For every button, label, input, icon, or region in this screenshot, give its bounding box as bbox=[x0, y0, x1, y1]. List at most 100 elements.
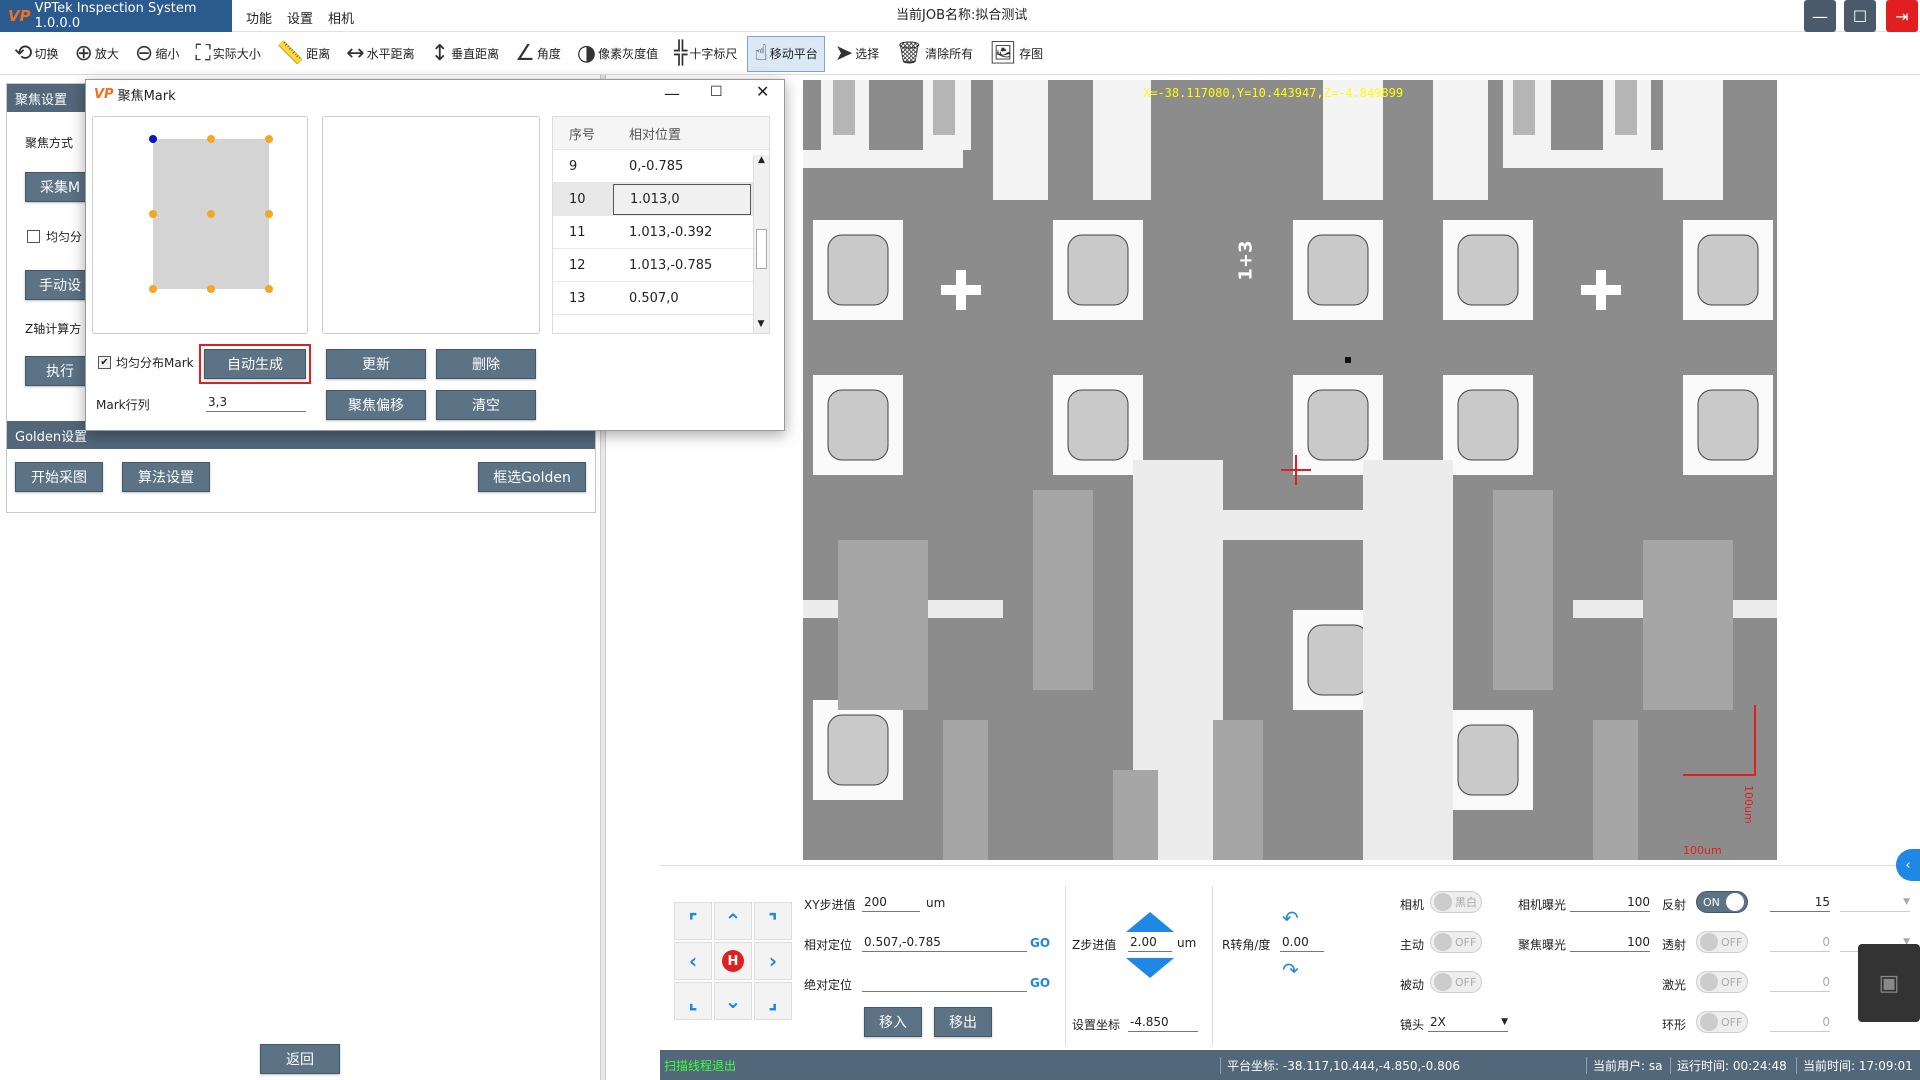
platform-value: -38.117,10.444,-4.850,-0.806 bbox=[1282, 1058, 1460, 1073]
focus-offset-button[interactable]: 聚焦偏移 bbox=[326, 390, 426, 420]
menu-function[interactable]: 功能 bbox=[246, 8, 272, 27]
minimize-button[interactable]: — bbox=[1804, 0, 1836, 32]
algorithm-settings-button[interactable]: 算法设置 bbox=[122, 462, 210, 492]
absolute-go-button[interactable]: GO bbox=[1030, 976, 1050, 990]
uniform-mark-check-row[interactable]: ✔ 均匀分布Mark bbox=[98, 354, 194, 371]
camera-exposure-input[interactable]: 100 bbox=[1570, 892, 1650, 912]
table-scrollbar[interactable]: ▲ ▼ bbox=[753, 155, 769, 333]
ring-toggle[interactable]: OFF bbox=[1696, 1011, 1748, 1033]
tool-gray[interactable]: ◑ 像素灰度值 bbox=[571, 36, 664, 72]
passive-toggle[interactable]: OFF bbox=[1430, 971, 1482, 993]
xy-step-input[interactable]: 200 bbox=[862, 892, 920, 912]
tool-save-image[interactable]: 🖼 存图 bbox=[983, 36, 1049, 72]
tool-crosshair[interactable]: ╬ 十字标尺 bbox=[668, 36, 743, 72]
table-row-selected[interactable]: 10 1.013,0 bbox=[553, 183, 769, 216]
set-coordinate-input[interactable]: -4.850 bbox=[1128, 1012, 1198, 1032]
side-widget-icon[interactable]: ▣ bbox=[1858, 944, 1920, 1022]
zoom-out-icon: ⊖ bbox=[134, 41, 154, 66]
scroll-thumb[interactable] bbox=[756, 229, 767, 269]
lens-select[interactable]: 2X ▼ bbox=[1428, 1012, 1508, 1032]
reflect-value-input[interactable]: 15 bbox=[1770, 892, 1830, 912]
laser-toggle[interactable]: OFF bbox=[1696, 971, 1748, 993]
start-capture-button[interactable]: 开始采图 bbox=[15, 462, 103, 492]
scroll-down-icon[interactable]: ▼ bbox=[754, 319, 768, 333]
uniform-checkbox[interactable] bbox=[27, 230, 40, 243]
tool-label: 十字标尺 bbox=[689, 47, 738, 61]
home-button[interactable]: H bbox=[714, 942, 752, 980]
move-out-button[interactable]: 移出 bbox=[934, 1007, 992, 1037]
rotate-ccw-icon[interactable]: ↶ bbox=[1282, 906, 1299, 930]
tool-angle[interactable]: ∠ 角度 bbox=[509, 36, 567, 72]
tool-clear-all[interactable]: 🗑 清除所有 bbox=[889, 36, 979, 72]
z-step-input[interactable]: 2.00 bbox=[1128, 932, 1172, 952]
menu-settings[interactable]: 设置 bbox=[287, 8, 313, 27]
reflect-mode-select[interactable]: ▼ bbox=[1840, 892, 1910, 912]
tool-label: 清除所有 bbox=[925, 47, 974, 61]
ring-value-input[interactable]: 0 bbox=[1770, 1012, 1830, 1032]
update-button[interactable]: 更新 bbox=[326, 349, 426, 379]
mark-layout-preview[interactable] bbox=[92, 116, 308, 334]
tool-h-distance[interactable]: ↔ 水平距离 bbox=[340, 36, 420, 72]
jog-down-right-icon[interactable]: ⌟ bbox=[754, 982, 792, 1020]
table-row[interactable]: 13 0.507,0 bbox=[553, 282, 769, 315]
laser-value-input[interactable]: 0 bbox=[1770, 972, 1830, 992]
transmit-value-input[interactable]: 0 bbox=[1770, 932, 1830, 952]
auto-generate-button[interactable]: 自动生成 bbox=[204, 349, 306, 379]
tool-move-stage[interactable]: ☝ 移动平台 bbox=[747, 35, 825, 72]
relative-go-button[interactable]: GO bbox=[1030, 936, 1050, 950]
camera-image[interactable]: X=-38.117080,Y=10.443947,Z=-4.849899 100… bbox=[803, 80, 1777, 860]
move-in-button[interactable]: 移入 bbox=[864, 1007, 922, 1037]
menu-camera[interactable]: 相机 bbox=[328, 8, 354, 27]
r-angle-label: R转角/度 bbox=[1222, 938, 1271, 952]
dialog-close-icon[interactable]: ✕ bbox=[756, 82, 769, 101]
rotate-cw-icon[interactable]: ↷ bbox=[1282, 958, 1299, 982]
tool-zoom-in[interactable]: ⊕ 放大 bbox=[68, 36, 124, 72]
tool-zoom-out[interactable]: ⊖ 缩小 bbox=[129, 36, 185, 72]
expand-panel-icon[interactable]: ‹ bbox=[1896, 849, 1920, 881]
select-golden-button[interactable]: 框选Golden bbox=[478, 462, 586, 492]
dialog-maximize-icon[interactable]: ☐ bbox=[710, 84, 723, 100]
return-button[interactable]: 返回 bbox=[260, 1044, 340, 1074]
tool-switch[interactable]: ⟲ 切换 bbox=[8, 36, 64, 72]
control-panel: ⌜ ⌃ ⌝ ‹ H › ⌞ ⌄ ⌟ XY步进值 200 um 相对定位 0.50… bbox=[660, 865, 1920, 1050]
focus-exposure-input[interactable]: 100 bbox=[1570, 932, 1650, 952]
jog-down-icon[interactable]: ⌄ bbox=[714, 982, 752, 1020]
dialog-minimize-icon[interactable]: — bbox=[664, 84, 680, 103]
cell-position: 1.013,-0.392 bbox=[629, 224, 713, 240]
jog-up-icon[interactable]: ⌃ bbox=[714, 902, 752, 940]
golden-section-title: Golden设置 bbox=[15, 429, 88, 445]
uniform-mark-checkbox[interactable]: ✔ bbox=[98, 356, 111, 369]
maximize-button[interactable]: ☐ bbox=[1844, 0, 1876, 32]
scroll-up-icon[interactable]: ▲ bbox=[754, 155, 769, 169]
transmit-toggle[interactable]: OFF bbox=[1696, 931, 1748, 953]
r-angle-input[interactable]: 0.00 bbox=[1280, 932, 1324, 952]
cell-position-editing[interactable]: 1.013,0 bbox=[613, 183, 751, 215]
delete-button[interactable]: 删除 bbox=[436, 349, 536, 379]
jog-right-icon[interactable]: › bbox=[754, 942, 792, 980]
z-up-icon[interactable] bbox=[1126, 912, 1174, 932]
table-row[interactable]: 9 0,-0.785 bbox=[553, 150, 769, 183]
z-down-icon[interactable] bbox=[1126, 958, 1174, 978]
jog-up-left-icon[interactable]: ⌜ bbox=[674, 902, 712, 940]
tool-v-distance[interactable]: ↕ 垂直距离 bbox=[425, 36, 505, 72]
clear-button[interactable]: 清空 bbox=[436, 390, 536, 420]
absolute-position-input[interactable] bbox=[862, 972, 1027, 992]
camera-color-toggle[interactable]: 黑白 bbox=[1430, 891, 1482, 913]
mark-rows-input[interactable]: 3,3 bbox=[206, 392, 306, 412]
jog-down-left-icon[interactable]: ⌞ bbox=[674, 982, 712, 1020]
active-toggle[interactable]: OFF bbox=[1430, 931, 1482, 953]
exit-button[interactable]: ⇥ bbox=[1886, 0, 1918, 32]
app-logo: VP bbox=[8, 7, 31, 25]
tool-actual-size[interactable]: ⛶ 实际大小 bbox=[189, 36, 266, 72]
table-row[interactable]: 12 1.013,-0.785 bbox=[553, 249, 769, 282]
tool-distance[interactable]: 📏 距离 bbox=[271, 36, 336, 72]
image-icon: 🖼 bbox=[989, 41, 1018, 66]
uniform-check-row[interactable]: 均匀分 bbox=[27, 228, 82, 245]
jog-up-right-icon[interactable]: ⌝ bbox=[754, 902, 792, 940]
relative-position-input[interactable]: 0.507,-0.785 bbox=[862, 932, 1027, 952]
table-row[interactable]: 11 1.013,-0.392 bbox=[553, 216, 769, 249]
jog-left-icon[interactable]: ‹ bbox=[674, 942, 712, 980]
reflect-toggle[interactable]: ON bbox=[1696, 891, 1748, 913]
cell-index: 12 bbox=[569, 257, 586, 273]
tool-select[interactable]: ➤ 选择 bbox=[829, 36, 885, 72]
